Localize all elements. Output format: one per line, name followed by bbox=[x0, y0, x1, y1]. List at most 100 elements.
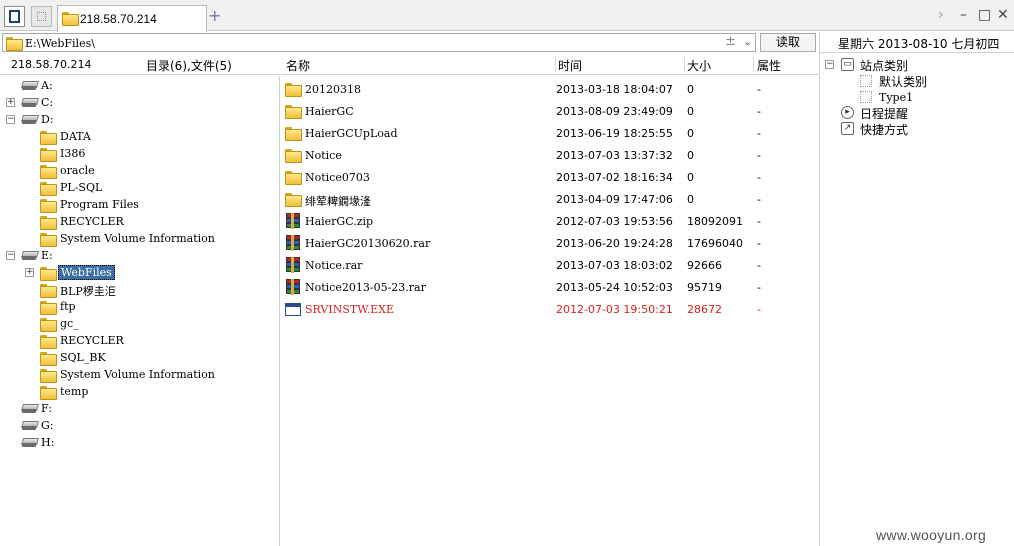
tree-label: H: bbox=[41, 436, 55, 449]
path-text: E:\WebFiles\ bbox=[25, 37, 95, 50]
panel-toggle-button[interactable] bbox=[4, 6, 25, 27]
folder-icon bbox=[40, 182, 57, 196]
chevron-right-icon[interactable]: › bbox=[938, 7, 944, 23]
blank-tab-button[interactable] bbox=[31, 6, 52, 27]
tab-active[interactable]: 218.58.70.214 bbox=[57, 5, 207, 32]
collapse-icon[interactable]: − bbox=[6, 251, 15, 260]
drive-icon bbox=[21, 250, 37, 260]
expand-icon[interactable]: + bbox=[6, 98, 15, 107]
folder-icon bbox=[40, 284, 57, 298]
site-category-node[interactable]: − ▭ 站点类别 bbox=[824, 57, 1004, 73]
tree-drive-g[interactable]: G: bbox=[0, 417, 270, 434]
folder-icon bbox=[40, 335, 57, 349]
tree-label: DATA bbox=[60, 130, 91, 143]
folder-icon bbox=[285, 149, 302, 163]
default-category-node[interactable]: 默认类别 bbox=[860, 73, 1010, 89]
rar-icon bbox=[285, 213, 301, 229]
file-name: HaierGCUpLoad bbox=[305, 127, 398, 140]
file-row[interactable]: HaierGCUpLoad 2013-06-19 18:25:55 0 - bbox=[281, 122, 818, 144]
column-name[interactable]: 名称 bbox=[286, 57, 310, 74]
tree-drive-h[interactable]: H: bbox=[0, 434, 270, 451]
file-row[interactable]: 绯荤粺鐗堟湰 2013-04-09 17:47:06 0 - bbox=[281, 188, 818, 210]
tree-folder[interactable]: gc_ bbox=[0, 315, 270, 332]
file-time: 2013-07-03 18:03:02 bbox=[556, 259, 673, 272]
tree-folder[interactable]: ftp bbox=[0, 298, 270, 315]
file-row[interactable]: HaierGC 2013-08-09 23:49:09 0 - bbox=[281, 100, 818, 122]
folder-open-icon bbox=[40, 267, 57, 281]
path-input[interactable]: E:\WebFiles\ ± ⌄ bbox=[2, 33, 756, 52]
file-name: Notice bbox=[305, 149, 342, 162]
chevron-down-icon[interactable]: ⌄ bbox=[743, 35, 752, 48]
tree-folder[interactable]: System Volume Information bbox=[0, 366, 270, 383]
tree-drive-e[interactable]: − E: bbox=[0, 247, 270, 264]
column-time[interactable]: 时间 bbox=[558, 57, 582, 74]
tree-drive-c[interactable]: + C: bbox=[0, 94, 270, 111]
drive-icon bbox=[21, 97, 37, 107]
drive-icon bbox=[21, 80, 37, 90]
file-time: 2013-07-03 13:37:32 bbox=[556, 149, 673, 162]
expand-icon[interactable]: + bbox=[25, 268, 34, 277]
column-size[interactable]: 大小 bbox=[687, 57, 711, 74]
folder-icon bbox=[40, 352, 57, 366]
tree-folder[interactable]: I386 bbox=[0, 145, 270, 162]
folder-icon bbox=[40, 148, 57, 162]
minimize-button[interactable]: – bbox=[960, 7, 967, 23]
file-name: Notice.rar bbox=[305, 259, 363, 272]
tree-folder[interactable]: temp bbox=[0, 383, 270, 400]
tree-drive-f[interactable]: F: bbox=[0, 400, 270, 417]
file-attr: - bbox=[757, 83, 761, 96]
type1-node[interactable]: Type1 bbox=[860, 89, 1010, 105]
column-divider[interactable] bbox=[684, 56, 685, 72]
rar-icon bbox=[285, 279, 301, 295]
tree-folder-selected[interactable]: + WebFiles bbox=[0, 264, 270, 281]
tree-folder[interactable]: DATA bbox=[0, 128, 270, 145]
watermark-text: www.wooyun.org bbox=[876, 527, 987, 543]
file-size: 18092091 bbox=[687, 215, 743, 228]
drive-icon bbox=[21, 420, 37, 430]
add-tab-button[interactable]: + bbox=[208, 6, 221, 25]
tree-folder[interactable]: BLP椤圭洰 bbox=[0, 281, 270, 298]
folder-icon bbox=[40, 216, 57, 230]
file-row[interactable]: HaierGC20130620.rar 2013-06-20 19:24:28 17… bbox=[281, 232, 818, 254]
file-attr: - bbox=[757, 303, 761, 316]
tree-folder[interactable]: SQL_BK bbox=[0, 349, 270, 366]
reminder-node[interactable]: ▸ 日程提醒 bbox=[840, 105, 1010, 121]
file-row[interactable]: Notice 2013-07-03 13:37:32 0 - bbox=[281, 144, 818, 166]
maximize-button[interactable]: □ bbox=[978, 7, 991, 23]
tree-label: oracle bbox=[60, 164, 95, 177]
tree-label: PL-SQL bbox=[60, 181, 103, 194]
tree-label: G: bbox=[41, 419, 54, 432]
tree-folder[interactable]: RECYCLER bbox=[0, 213, 270, 230]
file-row[interactable]: 20120318 2013-03-18 18:04:07 0 - bbox=[281, 78, 818, 100]
tree-label: E: bbox=[41, 249, 53, 262]
file-attr: - bbox=[757, 149, 761, 162]
tree-folder[interactable]: RECYCLER bbox=[0, 332, 270, 349]
file-row[interactable]: Notice2013-05-23.rar 2013-05-24 10:52:03 9… bbox=[281, 276, 818, 298]
read-button[interactable]: 读取 bbox=[760, 33, 816, 52]
file-row[interactable]: Notice.rar 2013-07-03 18:03:02 92666 - bbox=[281, 254, 818, 276]
tree-folder[interactable]: oracle bbox=[0, 162, 270, 179]
collapse-icon[interactable]: − bbox=[6, 115, 15, 124]
column-divider[interactable] bbox=[753, 56, 754, 72]
add-bookmark-icon[interactable]: ± bbox=[725, 34, 736, 49]
tree-drive-d[interactable]: − D: bbox=[0, 111, 270, 128]
file-name: HaierGC bbox=[305, 105, 354, 118]
shortcut-node[interactable]: ↗ 快捷方式 bbox=[840, 121, 1010, 137]
close-button[interactable]: ✕ bbox=[997, 7, 1009, 23]
folder-icon bbox=[6, 37, 23, 51]
folder-icon bbox=[40, 386, 57, 400]
tree-folder[interactable]: Program Files bbox=[0, 196, 270, 213]
file-time: 2013-06-19 18:25:55 bbox=[556, 127, 673, 140]
file-row[interactable]: HaierGC.zip 2012-07-03 19:53:56 18092091 - bbox=[281, 210, 818, 232]
column-divider[interactable] bbox=[555, 56, 556, 72]
file-attr: - bbox=[757, 127, 761, 140]
column-attr[interactable]: 属性 bbox=[757, 57, 781, 74]
tree-drive-a[interactable]: A: bbox=[0, 77, 270, 94]
tree-folder[interactable]: PL-SQL bbox=[0, 179, 270, 196]
tree-label: RECYCLER bbox=[60, 215, 124, 228]
site-category-label: 站点类别 bbox=[860, 59, 909, 73]
file-row[interactable]: SRVINSTW.EXE 2012-07-03 19:50:21 28672 - bbox=[281, 298, 818, 320]
file-row[interactable]: Notice0703 2013-07-02 18:16:34 0 - bbox=[281, 166, 818, 188]
tree-folder[interactable]: System Volume Information bbox=[0, 230, 270, 247]
collapse-icon[interactable]: − bbox=[825, 60, 834, 69]
